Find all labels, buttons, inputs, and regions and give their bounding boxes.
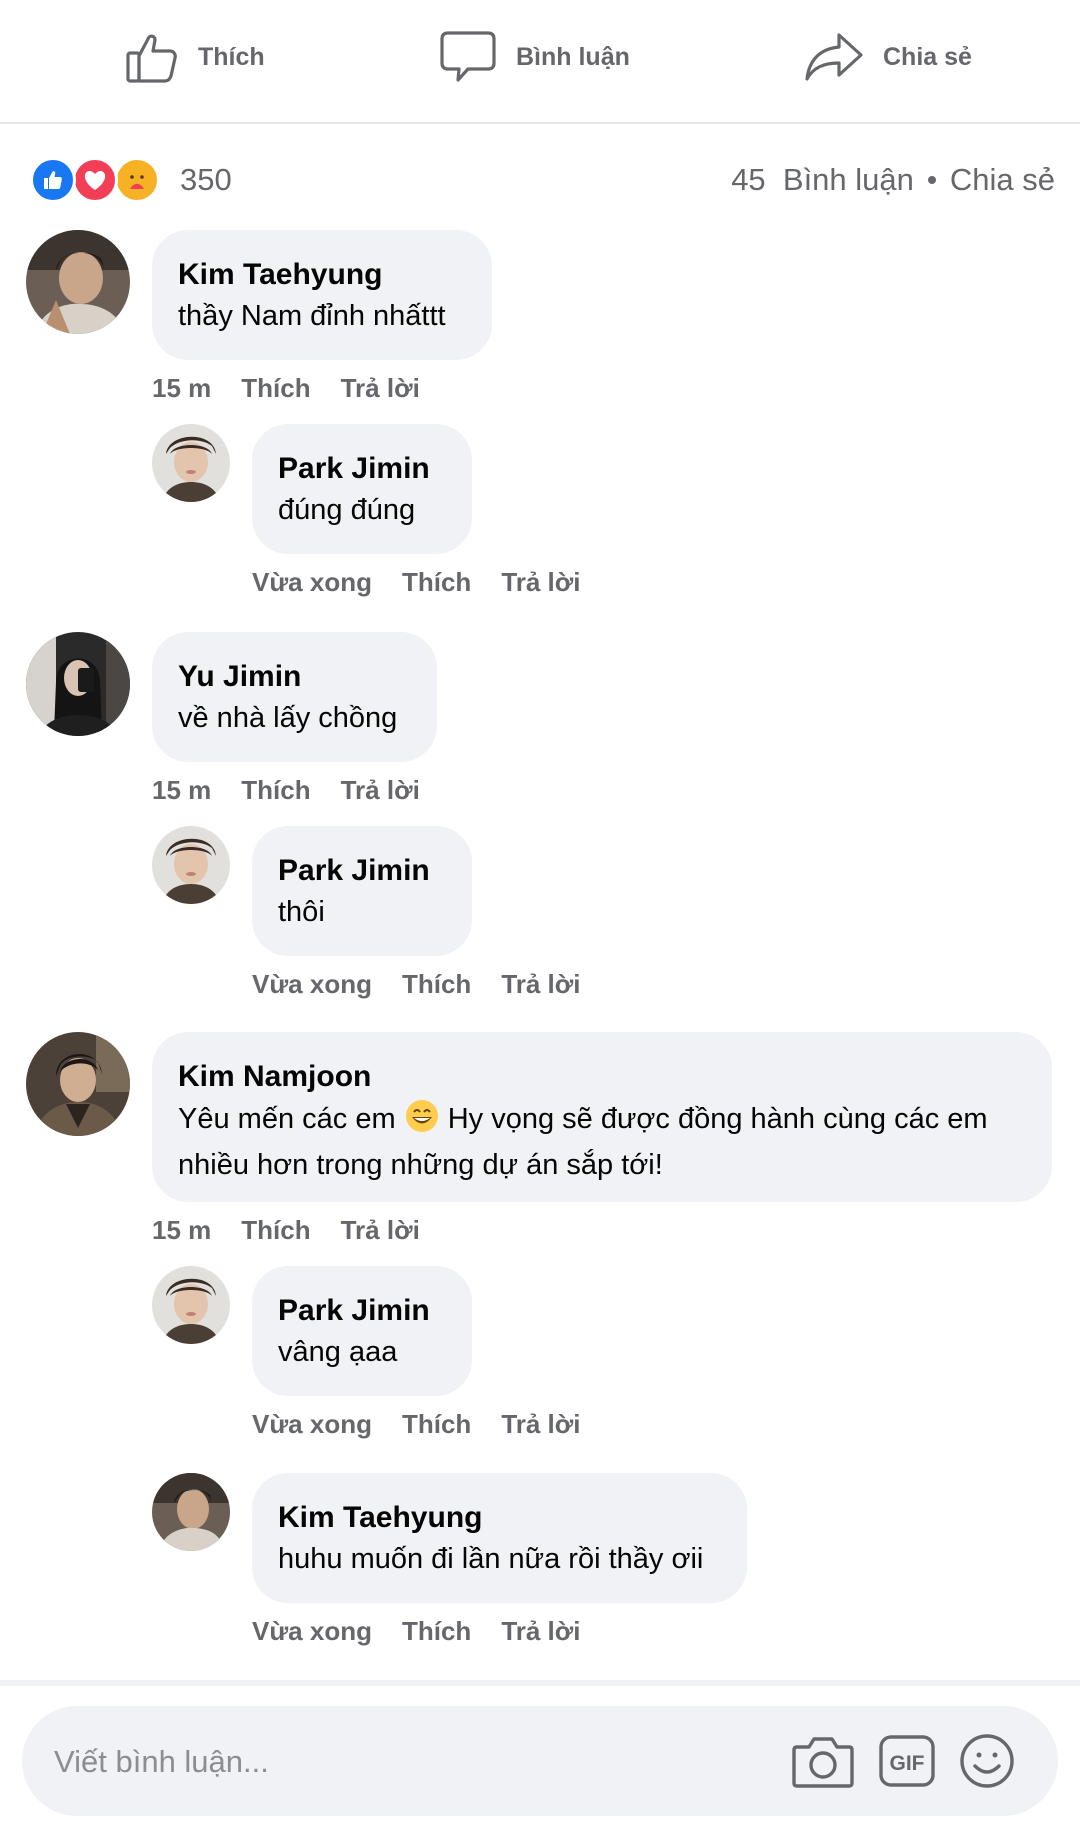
- comment-text: về nhà lấy chồng: [178, 702, 398, 734]
- comment-time[interactable]: 15 m: [152, 373, 211, 404]
- comment-author[interactable]: Kim Taehyung: [178, 256, 466, 294]
- comment-time[interactable]: 15 m: [152, 1215, 211, 1246]
- reply-author[interactable]: Park Jimin: [278, 1292, 446, 1330]
- comment-text-part: nhiều hơn trong những dự án sắp tới!: [178, 1149, 663, 1181]
- reply-time[interactable]: Vừa xong: [252, 1409, 372, 1440]
- camera-icon[interactable]: [790, 1728, 856, 1794]
- share-label: Chia sẻ: [883, 42, 972, 71]
- comment-reply-link[interactable]: Trả lời: [341, 1215, 420, 1246]
- comment-label: Bình luận: [516, 42, 630, 71]
- comment-like-link[interactable]: Thích: [241, 775, 310, 806]
- reply-reply-link[interactable]: Trả lời: [501, 567, 580, 598]
- reply-author[interactable]: Kim Taehyung: [278, 1499, 721, 1537]
- reply-text: thôi: [278, 896, 325, 928]
- reply-time[interactable]: Vừa xong: [252, 969, 372, 1000]
- comment-count-link[interactable]: 45 Bình luận: [731, 162, 914, 198]
- avatar[interactable]: [26, 230, 130, 334]
- care-reaction-icon: [114, 157, 160, 203]
- reply-text: vâng ạaa: [278, 1336, 398, 1368]
- love-reaction-icon: [72, 157, 118, 203]
- reply-like-link[interactable]: Thích: [402, 1409, 471, 1440]
- emoji-icon[interactable]: [954, 1728, 1020, 1794]
- comment-text-part: Yêu mến các em: [178, 1103, 396, 1135]
- reply-actions: Vừa xong Thích Trả lời: [252, 1409, 581, 1440]
- reaction-count[interactable]: 350: [180, 162, 232, 198]
- reply-actions: Vừa xong Thích Trả lời: [252, 1616, 581, 1647]
- thumbs-up-icon: [124, 29, 180, 85]
- avatar[interactable]: [26, 1032, 130, 1136]
- share-arrow-icon: [803, 29, 865, 85]
- comment-input[interactable]: [52, 1731, 736, 1793]
- gif-icon[interactable]: GIF: [874, 1728, 940, 1794]
- comment-text: Yêu mến các em Hy vọng sẽ được đồng hành…: [178, 1098, 1026, 1185]
- comment-time[interactable]: 15 m: [152, 775, 211, 806]
- comment-reply-link[interactable]: Trả lời: [341, 775, 420, 806]
- comment-button[interactable]: Bình luận: [438, 22, 630, 92]
- comment-text: thầy Nam đỉnh nhấttt: [178, 300, 446, 332]
- comment-actions: 15 m Thích Trả lời: [152, 775, 420, 806]
- composer-divider: [0, 1680, 1080, 1686]
- comment-author[interactable]: Kim Namjoon: [178, 1058, 1026, 1096]
- reply-bubble[interactable]: Kim Taehyung huhu muốn đi lần nữa rồi th…: [252, 1473, 747, 1603]
- reply-reply-link[interactable]: Trả lời: [501, 969, 580, 1000]
- speech-bubble-icon: [438, 28, 498, 86]
- share-count-link[interactable]: Chia sẻ: [950, 162, 1055, 198]
- grinning-emoji-icon: [404, 1098, 440, 1145]
- reply-actions: Vừa xong Thích Trả lời: [252, 567, 581, 598]
- comment-share-counts: 45 Bình luận Chia sẻ: [731, 162, 1055, 198]
- avatar[interactable]: [152, 1266, 230, 1344]
- comment-author[interactable]: Yu Jimin: [178, 658, 411, 696]
- reply-text: huhu muốn đi lần nữa rồi thầy ơii: [278, 1543, 704, 1575]
- avatar[interactable]: [152, 424, 230, 502]
- reaction-icons[interactable]: [30, 155, 170, 205]
- reply-reply-link[interactable]: Trả lời: [501, 1409, 580, 1440]
- share-button[interactable]: Chia sẻ: [803, 22, 972, 92]
- reply-reply-link[interactable]: Trả lời: [501, 1616, 580, 1647]
- avatar[interactable]: [152, 1473, 230, 1551]
- reply-bubble[interactable]: Park Jimin thôi: [252, 826, 472, 956]
- avatar[interactable]: [152, 826, 230, 904]
- reply-actions: Vừa xong Thích Trả lời: [252, 969, 581, 1000]
- reply-time[interactable]: Vừa xong: [252, 1616, 372, 1647]
- svg-text:GIF: GIF: [890, 1752, 925, 1775]
- reaction-summary: 350 45 Bình luận Chia sẻ: [30, 155, 1055, 205]
- avatar[interactable]: [26, 632, 130, 736]
- comment-text-part: Hy vọng sẽ được đồng hành cùng các em: [447, 1103, 988, 1135]
- separator-dot: [927, 176, 936, 184]
- comment-reply-link[interactable]: Trả lời: [341, 373, 420, 404]
- like-label: Thích: [198, 42, 265, 71]
- like-button[interactable]: Thích: [124, 22, 265, 92]
- reply-bubble[interactable]: Park Jimin đúng đúng: [252, 424, 472, 554]
- comment-actions: 15 m Thích Trả lời: [152, 373, 420, 404]
- comment-bubble[interactable]: Kim Taehyung thầy Nam đỉnh nhấttt: [152, 230, 492, 360]
- comment-bubble[interactable]: Yu Jimin về nhà lấy chồng: [152, 632, 437, 762]
- comment-bubble[interactable]: Kim Namjoon Yêu mến các em Hy vọng sẽ đư…: [152, 1032, 1052, 1202]
- reply-text: đúng đúng: [278, 494, 416, 526]
- reply-like-link[interactable]: Thích: [402, 567, 471, 598]
- reply-bubble[interactable]: Park Jimin vâng ạaa: [252, 1266, 472, 1396]
- post-action-bar: Thích Bình luận Chia sẻ: [0, 0, 1080, 124]
- comment-actions: 15 m Thích Trả lời: [152, 1215, 420, 1246]
- comment-like-link[interactable]: Thích: [241, 1215, 310, 1246]
- comment-composer: GIF: [22, 1706, 1058, 1816]
- reply-author[interactable]: Park Jimin: [278, 450, 446, 488]
- like-reaction-icon: [30, 157, 76, 203]
- reply-like-link[interactable]: Thích: [402, 1616, 471, 1647]
- reply-like-link[interactable]: Thích: [402, 969, 471, 1000]
- comment-like-link[interactable]: Thích: [241, 373, 310, 404]
- reply-author[interactable]: Park Jimin: [278, 852, 446, 890]
- reply-time[interactable]: Vừa xong: [252, 567, 372, 598]
